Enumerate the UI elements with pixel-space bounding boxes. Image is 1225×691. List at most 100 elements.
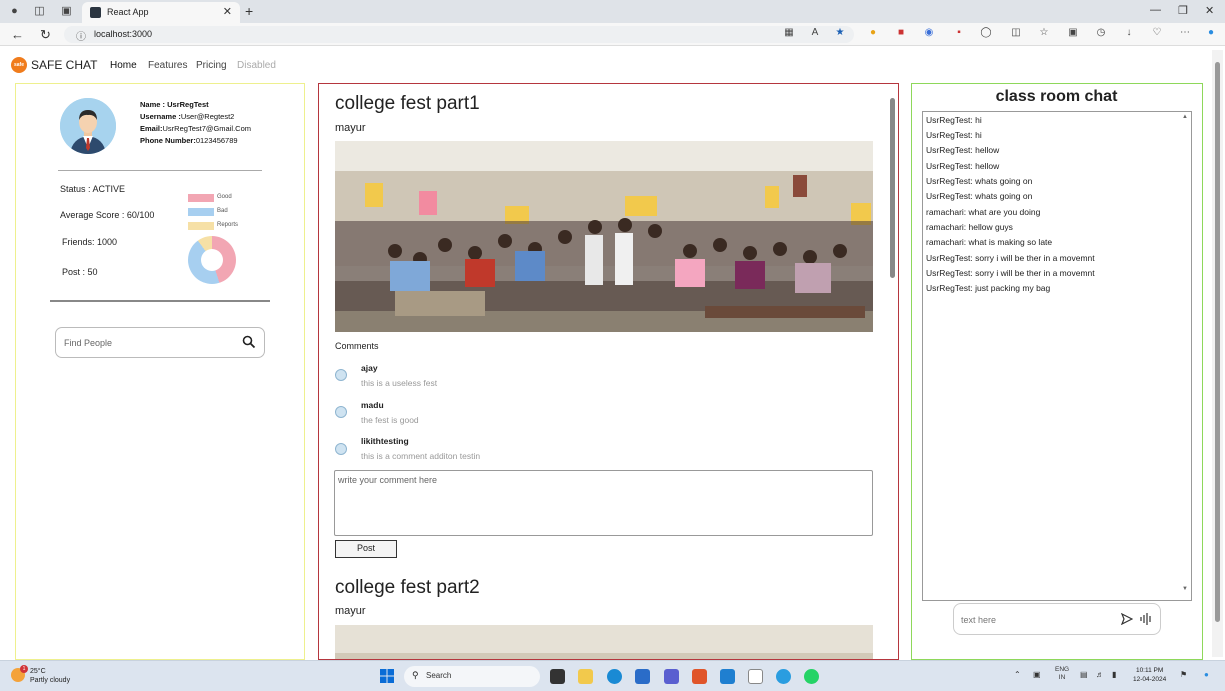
brand-name[interactable]: SAFE CHAT [31,58,97,72]
audio-wave-icon[interactable] [1139,612,1153,626]
favorites-icon[interactable]: ☆ [1038,27,1050,39]
browser-essentials-icon[interactable]: ♡ [1151,27,1163,39]
chat-panel: class room chat UsrRegTest: hi UsrRegTes… [911,83,1203,660]
favorite-star-icon[interactable]: ★ [834,27,846,39]
workspaces-icon[interactable]: ◫ [33,5,46,18]
logo-icon: safe [11,57,27,73]
score-donut-chart [188,236,236,284]
new-tab-icon[interactable]: + [245,3,253,19]
comment-author: madu [361,400,384,410]
clock[interactable]: 10:11 PM 12-04-2024 [1133,666,1166,684]
chat-placeholder: text here [961,615,997,625]
network-icon[interactable]: ▤ [1080,670,1088,679]
comment-textarea[interactable]: write your comment here [334,470,873,536]
divider [50,300,270,302]
nav-features[interactable]: Features [148,60,187,71]
legend-good-swatch [188,194,214,202]
refresh-icon[interactable]: ↻ [40,27,51,43]
reader-view-icon[interactable]: ▦ [783,27,795,39]
extension-icon[interactable]: ● [867,27,879,39]
read-aloud-icon[interactable]: A [809,27,821,39]
chat-message: UsrRegTest: hellow [926,145,1000,155]
average-score: Average Score : 60/100 [60,210,155,220]
battery-icon[interactable]: ▮ [1112,670,1116,679]
edge-dev-icon[interactable] [776,669,791,684]
classroom-photo [335,141,873,332]
profile-email: Email:UsrRegTest7@Gmail.Com [140,124,251,133]
chat-messages[interactable]: UsrRegTest: hi UsrRegTest: hi UsrRegTest… [922,111,1192,601]
nav-home[interactable]: Home [110,60,137,71]
extension-icon[interactable]: ▪ [953,27,965,39]
edge-icon[interactable] [607,669,622,684]
tray-app-icon[interactable]: ▣ [1033,670,1041,679]
history-icon[interactable]: ◷ [1095,27,1107,39]
react-favicon-icon [90,7,101,18]
close-window-icon[interactable]: ✕ [1205,4,1214,17]
chat-message: ramachari: what are you doing [926,207,1041,217]
nav-pricing[interactable]: Pricing [196,60,227,71]
task-view-icon[interactable] [550,669,565,684]
collections-icon[interactable]: ▣ [1067,27,1079,39]
minimize-icon[interactable]: — [1150,4,1161,16]
restore-icon[interactable]: ❐ [1178,4,1188,17]
mail-icon[interactable] [635,669,650,684]
profile-icon[interactable]: ● [8,5,21,18]
user-avatar-icon [60,98,116,154]
whatsapp-icon[interactable] [804,669,819,684]
commenter-avatar-icon [335,369,347,381]
send-icon[interactable] [1121,613,1133,625]
page-scrollbar[interactable] [1212,50,1223,657]
close-tab-icon[interactable]: ✕ [223,5,232,18]
friends-count: Friends: 1000 [62,237,118,247]
vscode-icon[interactable] [720,669,735,684]
file-explorer-icon[interactable] [578,669,593,684]
tray-overflow-icon[interactable]: ⌃ [1014,670,1021,679]
post-title: college fest part2 [335,577,480,598]
page-scrollbar-thumb[interactable] [1215,62,1220,622]
url-field[interactable]: ⓘ localhost:3000 [64,26,854,43]
info-icon[interactable]: ⓘ [76,28,86,43]
tab-title: React App [107,7,149,17]
chat-message: UsrRegTest: hi [926,115,982,125]
post-image [335,141,873,332]
post-comment-button[interactable]: Post [335,540,397,558]
notifications-icon[interactable]: ⚑ [1180,670,1187,679]
split-screen-icon[interactable]: ◫ [1010,27,1022,39]
extension-icon[interactable]: ◉ [923,27,935,39]
feed-panel: college fest part1 mayur Comments ajay t… [318,83,899,660]
search-icon[interactable] [242,335,256,349]
teams-icon[interactable] [664,669,679,684]
notification-badge: 1 [20,665,28,673]
search-placeholder: Find People [64,338,113,348]
downloads-icon[interactable]: ↓ [1123,27,1135,39]
chat-message: UsrRegTest: just packing my bag [926,283,1051,293]
taskbar-search[interactable]: ⚲ Search [404,666,540,687]
brave-icon[interactable] [692,669,707,684]
commenter-avatar-icon [335,443,347,455]
back-icon[interactable]: ← [11,27,24,42]
chat-message: UsrRegTest: whats going on [926,191,1033,201]
windows-start-icon[interactable] [380,669,394,683]
legend-good-label: Good [217,194,232,200]
chat-message: UsrRegTest: sorry i will be ther in a mo… [926,253,1095,263]
app-icon[interactable] [748,669,763,684]
nav-disabled: Disabled [237,60,276,71]
language-indicator[interactable]: ENG IN [1055,666,1069,682]
scroll-down-icon[interactable]: ▼ [1182,586,1188,592]
weather-widget[interactable]: 25°C Partly cloudy [30,667,70,685]
chat-input[interactable]: text here [953,603,1161,635]
comment-text: this is a useless fest [361,378,438,388]
copilot-icon[interactable]: ● [1204,670,1209,679]
find-people-input[interactable]: Find People [55,327,265,358]
more-menu-icon[interactable]: ⋯ [1179,27,1191,39]
browser-tab[interactable]: React App ✕ [82,2,240,23]
volume-icon[interactable]: ♬ [1096,670,1104,679]
extensions-puzzle-icon[interactable]: ◯ [980,27,992,39]
taskbar-search-label: Search [426,671,452,680]
feed-scrollbar[interactable] [890,98,895,278]
extension-icon[interactable]: ■ [895,27,907,39]
tab-actions-icon[interactable]: ▣ [60,5,73,18]
copilot-icon[interactable]: ● [1205,27,1217,39]
comment-author: ajay [361,363,378,373]
scroll-up-icon[interactable]: ▲ [1182,114,1188,120]
